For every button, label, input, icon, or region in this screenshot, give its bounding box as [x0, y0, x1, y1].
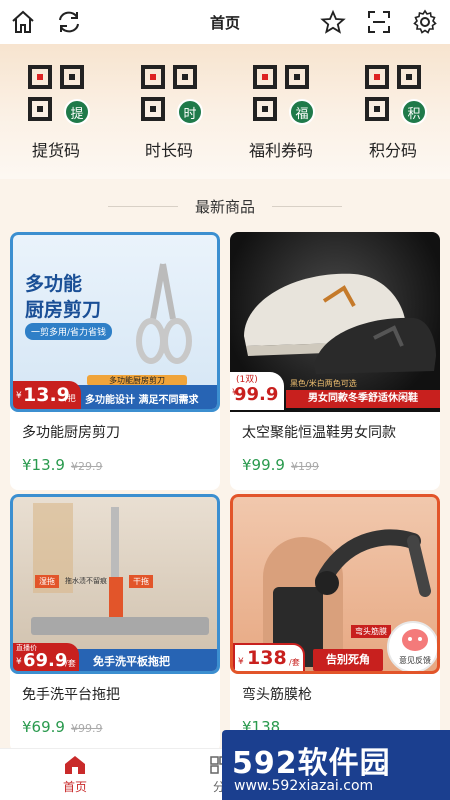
image-headline: 厨房剪刀 [25, 299, 102, 321]
product-price: ¥69.9 ¥99.9 [22, 718, 102, 736]
nav-label: 首页 [62, 780, 87, 794]
image-headline: 多功能 [25, 273, 83, 295]
product-name: 弯头筋膜枪 [242, 687, 312, 703]
price-tag: 直播价 ¥ 69.9 /套 [13, 643, 79, 671]
price-unit: /把 [65, 394, 76, 403]
price-tag: (1双) ¥ 99.9 [230, 372, 284, 410]
product-image: 多功能 厨房剪刀 一剪多用/省力省钱 多功能厨房剪刀 ¥ 13.9 /把 多功能… [10, 232, 220, 412]
image-ribbon: 弯头筋膜 [351, 625, 391, 638]
image-slogan: 免手洗平板拖把 [93, 655, 170, 668]
qr-code-icon: 福 [253, 65, 315, 125]
qr-code-icon: 提 [28, 65, 90, 125]
product-price: ¥13.9 ¥29.9 [22, 456, 102, 474]
price-original: ¥99.9 [70, 722, 103, 735]
price-unit: /套 [289, 658, 300, 667]
price-current: ¥69.9 [22, 718, 65, 736]
section-title: 最新商品 [194, 198, 255, 216]
image-tag: 湿拖 [35, 575, 59, 588]
price-current: ¥13.9 [22, 456, 65, 474]
code-badge: 提 [64, 99, 90, 125]
product-name: 太空聚能恒温鞋男女同款 [242, 425, 396, 441]
feedback-button[interactable]: 意见反馈 [387, 621, 437, 671]
code-label: 时长码 [144, 141, 193, 160]
price-prefix: ¥ [16, 391, 22, 401]
product-price: ¥99.9 ¥199 [242, 456, 319, 474]
product-image: 湿拖 拖水渍不留痕 干拖 直播价 ¥ 69.9 /套 免手洗平板拖把 [10, 494, 220, 674]
scissors-image [136, 263, 192, 364]
code-item-welfare[interactable]: 福 福利券码 [236, 60, 326, 161]
image-tagline: 一剪多用/省力省钱 [25, 323, 113, 340]
code-badge: 积 [401, 99, 427, 125]
image-slogan: 告别死角 [313, 649, 383, 671]
mop-grip [109, 577, 123, 617]
qr-code-icon: 时 [141, 65, 203, 125]
top-bar: 首页 [0, 0, 450, 44]
product-card[interactable]: 弯头筋膜 ¥ 138 /套 告别死角 意见反馈 弯头筋膜枪 ¥138 [230, 494, 440, 752]
product-image: 弯头筋膜 ¥ 138 /套 告别死角 意见反馈 [230, 494, 440, 674]
price-unit: /套 [65, 659, 76, 668]
qr-code-icon: 积 [365, 65, 427, 125]
code-item-pickup[interactable]: 提 提货码 [11, 60, 101, 161]
image-tag: 干拖 [129, 575, 153, 588]
price-value: 69.9 [23, 650, 68, 671]
image-tag-desc: 拖水渍不留痕 [65, 577, 107, 585]
price-tag: ¥ 138 /套 [233, 643, 305, 671]
code-label: 福利券码 [248, 141, 313, 160]
code-item-duration[interactable]: 时 时长码 [124, 60, 214, 161]
shoes-image [244, 273, 436, 374]
watermark: 592软件园 www.592xiazai.com [222, 730, 450, 800]
scan-icon[interactable] [364, 7, 394, 37]
price-original: ¥29.9 [70, 460, 103, 473]
nav-item-home[interactable]: 首页 [40, 755, 110, 795]
code-item-points[interactable]: 积 积分码 [348, 60, 438, 161]
code-label: 提货码 [31, 141, 80, 160]
price-prefix: ¥ [16, 657, 22, 667]
price-tag: ¥ 13.9 /把 [13, 381, 81, 409]
feedback-label: 意见反馈 [399, 656, 431, 665]
image-slogan: 多功能设计 满足不同需求 [85, 395, 199, 406]
price-original: ¥199 [290, 460, 319, 473]
massage-gun-image [315, 529, 431, 597]
feedback-face-icon [402, 629, 428, 651]
price-value: 13.9 [23, 384, 70, 406]
product-image: (1双) ¥ 99.9 黑色/米白两色可选 男女同款冬季舒适休闲鞋 [230, 232, 440, 412]
home-icon [65, 756, 85, 774]
star-icon[interactable] [318, 7, 348, 37]
watermark-brand: 592软件园 [232, 746, 391, 781]
code-shortcuts: 提 提货码 时 时长码 福 福利券码 积 积分码 [0, 60, 450, 170]
image-slogan: 男女同款冬季舒适休闲鞋 [286, 390, 440, 408]
code-badge: 时 [177, 99, 203, 125]
image-colors: 黑色/米白两色可选 [290, 379, 357, 388]
divider [272, 206, 342, 207]
product-card[interactable]: (1双) ¥ 99.9 黑色/米白两色可选 男女同款冬季舒适休闲鞋 太空聚能恒温… [230, 232, 440, 490]
price-prefix: ¥ [238, 657, 244, 667]
price-value: 99.9 [234, 384, 279, 405]
product-name: 多功能厨房剪刀 [22, 425, 120, 441]
code-label: 积分码 [368, 141, 417, 160]
watermark-url: www.592xiazai.com [234, 778, 374, 794]
product-card[interactable]: 多功能 厨房剪刀 一剪多用/省力省钱 多功能厨房剪刀 ¥ 13.9 /把 多功能… [10, 232, 220, 490]
settings-icon[interactable] [410, 7, 440, 37]
code-badge: 福 [289, 99, 315, 125]
price-current: ¥99.9 [242, 456, 285, 474]
product-card[interactable]: 湿拖 拖水渍不留痕 干拖 直播价 ¥ 69.9 /套 免手洗平板拖把 免手洗平台… [10, 494, 220, 752]
product-name: 免手洗平台拖把 [22, 687, 120, 703]
mop-base [31, 617, 209, 635]
price-value: 138 [247, 647, 287, 669]
